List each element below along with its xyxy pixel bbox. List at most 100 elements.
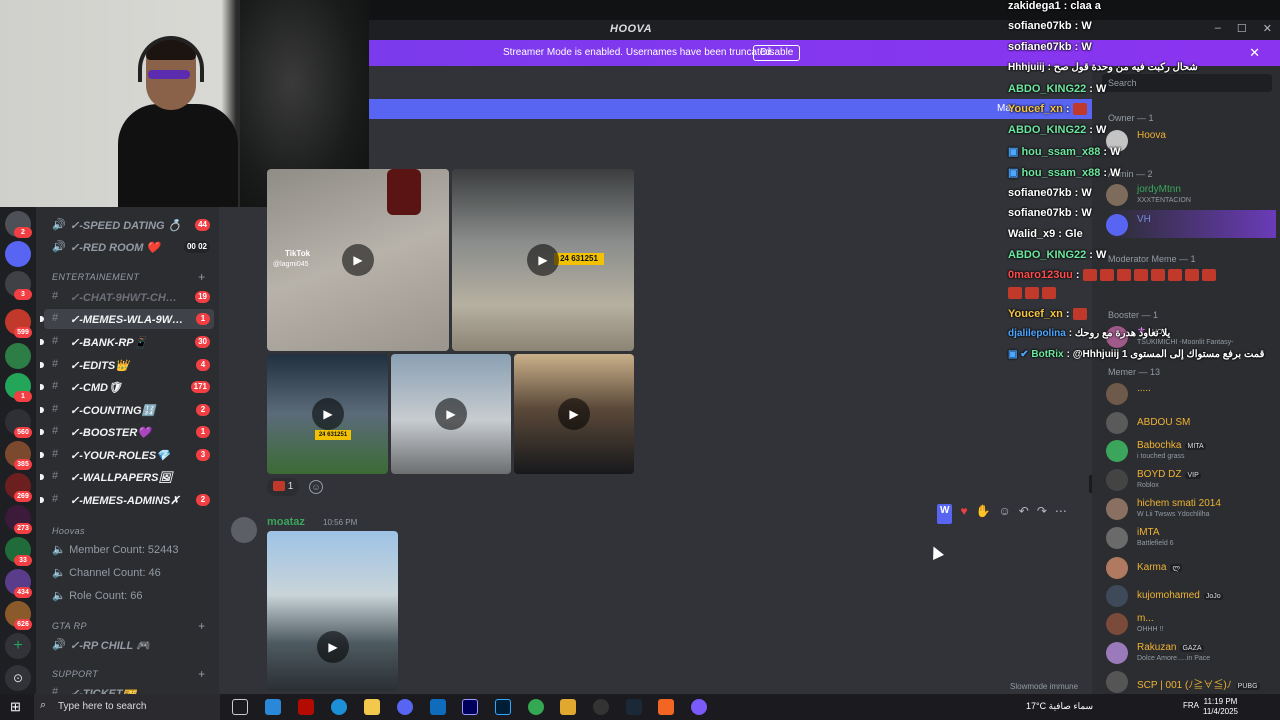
discord-icon[interactable] [397, 699, 413, 715]
clock[interactable]: 11:19 PM 11/4/2025 [1203, 697, 1238, 717]
category-label: Hoovas [52, 526, 85, 536]
edge-icon[interactable] [331, 699, 347, 715]
play-icon[interactable]: ▶ [527, 244, 559, 276]
motorbike-shape [387, 169, 421, 215]
channel-item[interactable]: # ✓-YOUR-ROLES💎 3 [40, 445, 214, 465]
chat-line: sofiane07kb: W [1008, 20, 1092, 32]
stat-channel[interactable]: 🔈 Channel Count: 46 [52, 566, 161, 579]
create-channel-icon[interactable]: + [198, 667, 205, 681]
app-icon[interactable] [560, 699, 576, 715]
discover-icon[interactable]: ⊙ [5, 665, 31, 691]
weather-widget[interactable]: 17°C سماء صافية [1026, 701, 1093, 712]
jump-bar[interactable]: Ma [369, 99, 1092, 119]
premiere-icon[interactable] [462, 699, 478, 715]
member-row[interactable]: ..... [1106, 379, 1276, 407]
video-thumbnail[interactable]: TikTok @lagmi045 ▶ [267, 169, 449, 351]
stat-channel[interactable]: 🔈 Member Count: 52443 [52, 543, 179, 556]
app-icon[interactable] [658, 699, 674, 715]
steam-icon[interactable] [626, 699, 642, 715]
clock-date: 11/4/2025 [1203, 707, 1238, 716]
store-icon[interactable] [265, 699, 281, 715]
app-icon[interactable] [691, 699, 707, 715]
heart-emoji-button[interactable]: ♥ [960, 504, 967, 524]
speaker-icon: 🔈 [52, 567, 66, 579]
disable-streamer-button[interactable]: Disable [753, 45, 801, 61]
message-author[interactable]: moataz [267, 516, 305, 528]
channel-item[interactable]: # ✓-BANK-RP📱 30 [40, 332, 214, 352]
reaction-chip[interactable]: 1 [267, 478, 300, 496]
windows-start-icon[interactable]: ⊞ [10, 699, 21, 715]
play-icon[interactable]: ▶ [435, 398, 467, 430]
add-reaction-icon[interactable]: ☺ [309, 480, 323, 494]
stat-label: Member Count: 52443 [69, 544, 179, 556]
channel-item[interactable]: # ✓-EDITS👑 4 [40, 355, 214, 375]
member-row[interactable]: Babochka MITA i touched grass [1106, 436, 1276, 464]
chat-message: : W [1089, 249, 1107, 261]
chat-user: sofiane07kb [1008, 20, 1072, 32]
member-row[interactable]: m... OHHH !! [1106, 609, 1276, 637]
video-thumbnail[interactable]: ▶ [267, 531, 398, 691]
slowmode-label: Slowmode immune [1010, 682, 1079, 691]
play-icon[interactable]: ▶ [312, 398, 344, 430]
member-row[interactable]: hichem smati 2014 W Lii Twsws Ydochlilha [1106, 494, 1276, 522]
channel-item[interactable]: # ✓-COUNTING🔢 2 [40, 400, 214, 420]
member-row[interactable]: SCP | 001 (ﾉ≧∀≦)ﾉ PUBG [1106, 667, 1276, 695]
channel-item[interactable]: 🔊 ✓-RP CHILL 🎮 [44, 635, 214, 655]
taskbar-search-input[interactable]: ⌕ Type here to search [34, 694, 220, 720]
play-icon[interactable]: ▶ [317, 631, 349, 663]
channel-item[interactable]: # ✓-CHAT-9HWT-CH… 19 [44, 287, 214, 307]
member-row[interactable]: Karma ლ [1106, 553, 1276, 581]
category-entertainement[interactable]: ENTERTAINEMENT + [52, 270, 205, 284]
video-thumbnail[interactable]: ▶ [514, 354, 634, 474]
server-icon[interactable] [5, 343, 31, 369]
channel-item-active[interactable]: # ✓-MEMES-WLA-9W… 1 [40, 309, 214, 329]
play-icon[interactable]: ▶ [558, 398, 590, 430]
create-channel-icon[interactable]: + [198, 619, 205, 633]
photoshop-icon[interactable] [495, 699, 511, 715]
member-row[interactable]: BOYD DZ VIP Roblox [1106, 465, 1276, 493]
video-thumbnail[interactable]: 24 631251 ▶ [267, 354, 388, 474]
create-channel-icon[interactable]: + [198, 270, 205, 284]
reply-icon[interactable]: ↶ [1019, 504, 1029, 524]
member-row[interactable]: ABDOU SM [1106, 408, 1276, 436]
more-icon[interactable]: ⋯ [1055, 504, 1067, 524]
category-gtarp[interactable]: GTA RP + [52, 619, 205, 633]
outlook-icon[interactable] [430, 699, 446, 715]
channel-item[interactable]: 🔊 ✓-SPEED DATING 💍 44 [44, 215, 214, 235]
category-support[interactable]: SUPPORT + [52, 667, 205, 681]
channel-item[interactable]: # ✓-BOOSTER💜 1 [40, 422, 214, 442]
chat-message: : Gle [1058, 228, 1083, 240]
w-emoji-button[interactable]: W [937, 504, 953, 524]
video-thumbnail[interactable]: 24 631251 ▶ [452, 169, 634, 351]
language-indicator[interactable]: FRA [1183, 701, 1199, 710]
channel-count: 30 [195, 336, 210, 348]
channel-item[interactable]: 🔊 ✓-RED ROOM ❤️ 00 02 [44, 237, 214, 257]
play-icon[interactable]: ▶ [342, 244, 374, 276]
stat-channel[interactable]: 🔈 Role Count: 66 [52, 589, 142, 602]
windows-taskbar: ⊞ ⌕ Type here to search 17°C سماء صافية … [0, 694, 1280, 720]
chat-user: hou_ssam_x88 [1021, 167, 1101, 179]
video-thumbnail[interactable]: ▶ [391, 354, 511, 474]
chat-user: ABDO_KING22 [1008, 249, 1087, 261]
add-reaction-button[interactable]: ☺ [999, 504, 1011, 524]
chrome-icon[interactable] [528, 699, 544, 715]
adobe-icon[interactable] [298, 699, 314, 715]
folder-icon[interactable] [364, 699, 380, 715]
member-row[interactable]: kujomohamed JoJo [1106, 581, 1276, 609]
channel-item[interactable]: # ✓-CMD🛡 171 [40, 377, 214, 397]
avatar[interactable] [231, 517, 257, 543]
server-icon[interactable] [5, 241, 31, 267]
channel-item[interactable]: # ✓-WALLPAPERS🖼 [40, 467, 214, 487]
obs-icon[interactable] [593, 699, 609, 715]
member-row[interactable]: iMTA Battlefield 6 [1106, 523, 1276, 551]
emote-icon [1072, 103, 1087, 116]
forward-icon[interactable]: ↷ [1037, 504, 1047, 524]
member-tag: GAZA [1180, 645, 1204, 652]
member-tag: JoJo [1203, 593, 1223, 600]
category-hoovas[interactable]: Hoovas [52, 526, 85, 536]
add-server-icon[interactable]: + [5, 633, 31, 659]
channel-item[interactable]: # ✓-MEMES-ADMINS✗ 2 [40, 490, 214, 510]
task-view-icon[interactable] [232, 699, 248, 715]
member-row[interactable]: Rakuzan GAZA Dolce Amore.....in Pace [1106, 638, 1276, 666]
custom-emoji-button[interactable]: ✋ [976, 504, 991, 524]
